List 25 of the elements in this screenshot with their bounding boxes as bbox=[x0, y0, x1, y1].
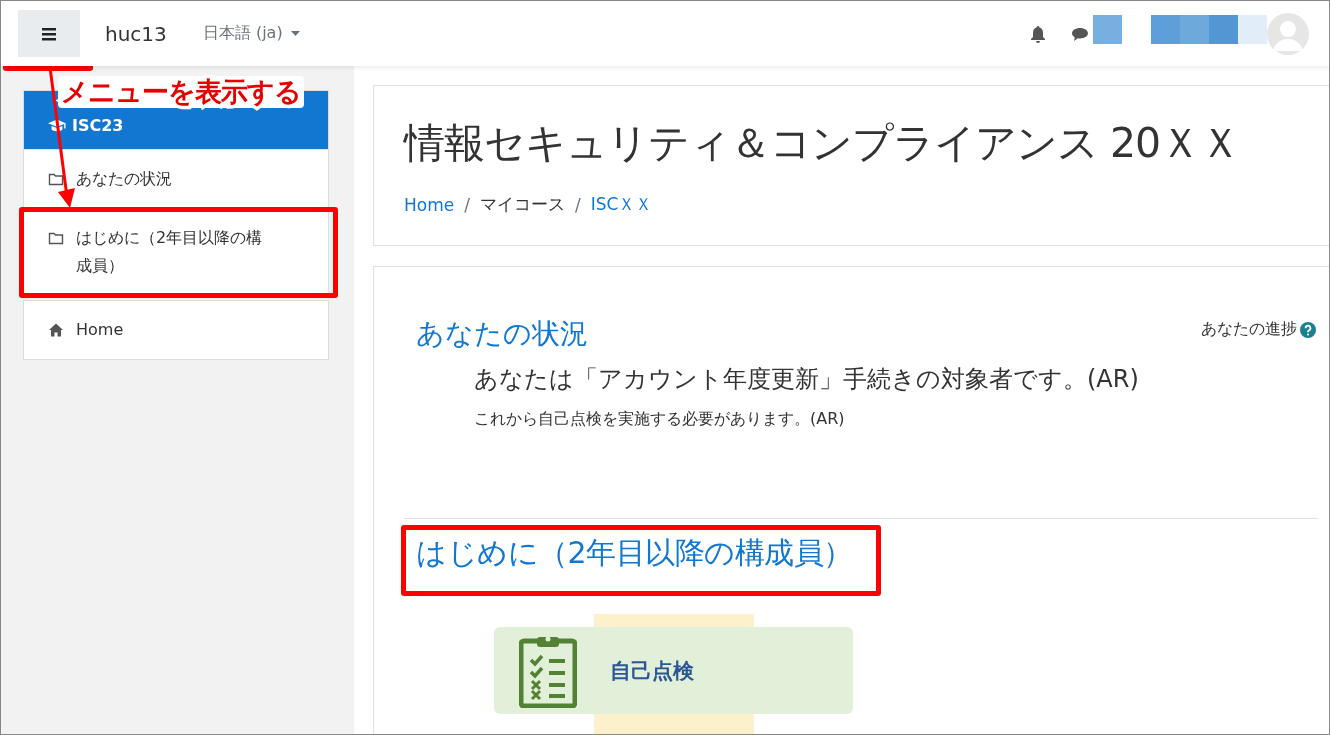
activity-card[interactable]: 自己点検 bbox=[494, 627, 853, 714]
caret-icon bbox=[290, 31, 300, 36]
annotation-label: メニューを表示する bbox=[58, 76, 304, 108]
folder-icon bbox=[48, 171, 64, 187]
page-title: 情報セキュリティ＆コンプライアンス 20ＸＸ bbox=[404, 118, 1242, 169]
breadcrumb-link[interactable]: Home bbox=[404, 194, 455, 215]
status-text: あなたは「アカウント年度更新」手続きの対象者です。(AR) bbox=[474, 364, 1140, 395]
menu-button[interactable] bbox=[18, 10, 80, 57]
progress-label: あなたの進捗 bbox=[1201, 319, 1297, 340]
home-icon bbox=[48, 322, 64, 338]
breadcrumb-separator: / bbox=[574, 194, 581, 215]
section-title[interactable]: はじめに（2年目以降の構成員） bbox=[416, 533, 853, 574]
bell-icon[interactable] bbox=[1029, 24, 1047, 43]
folder-icon bbox=[48, 230, 64, 246]
sidebar-item[interactable]: Home bbox=[24, 301, 328, 359]
sidebar-item[interactable]: はじめに（2年目以降の構成員） bbox=[24, 208, 328, 295]
help-icon[interactable] bbox=[1300, 321, 1316, 338]
breadcrumb-item: マイコース bbox=[479, 193, 565, 216]
breadcrumb-link[interactable]: ISCＸＸ bbox=[590, 193, 653, 216]
site-name-link[interactable]: huc13 bbox=[105, 21, 167, 46]
course-name-link[interactable]: ISC23 bbox=[72, 115, 124, 135]
breadcrumb-separator: / bbox=[464, 194, 470, 215]
section-title[interactable]: あなたの状況 bbox=[416, 315, 588, 353]
status-text: これから自己点検を実施する必要があります。(AR) bbox=[474, 409, 846, 430]
language-menu[interactable]: 日本語 (ja) bbox=[202, 23, 300, 44]
